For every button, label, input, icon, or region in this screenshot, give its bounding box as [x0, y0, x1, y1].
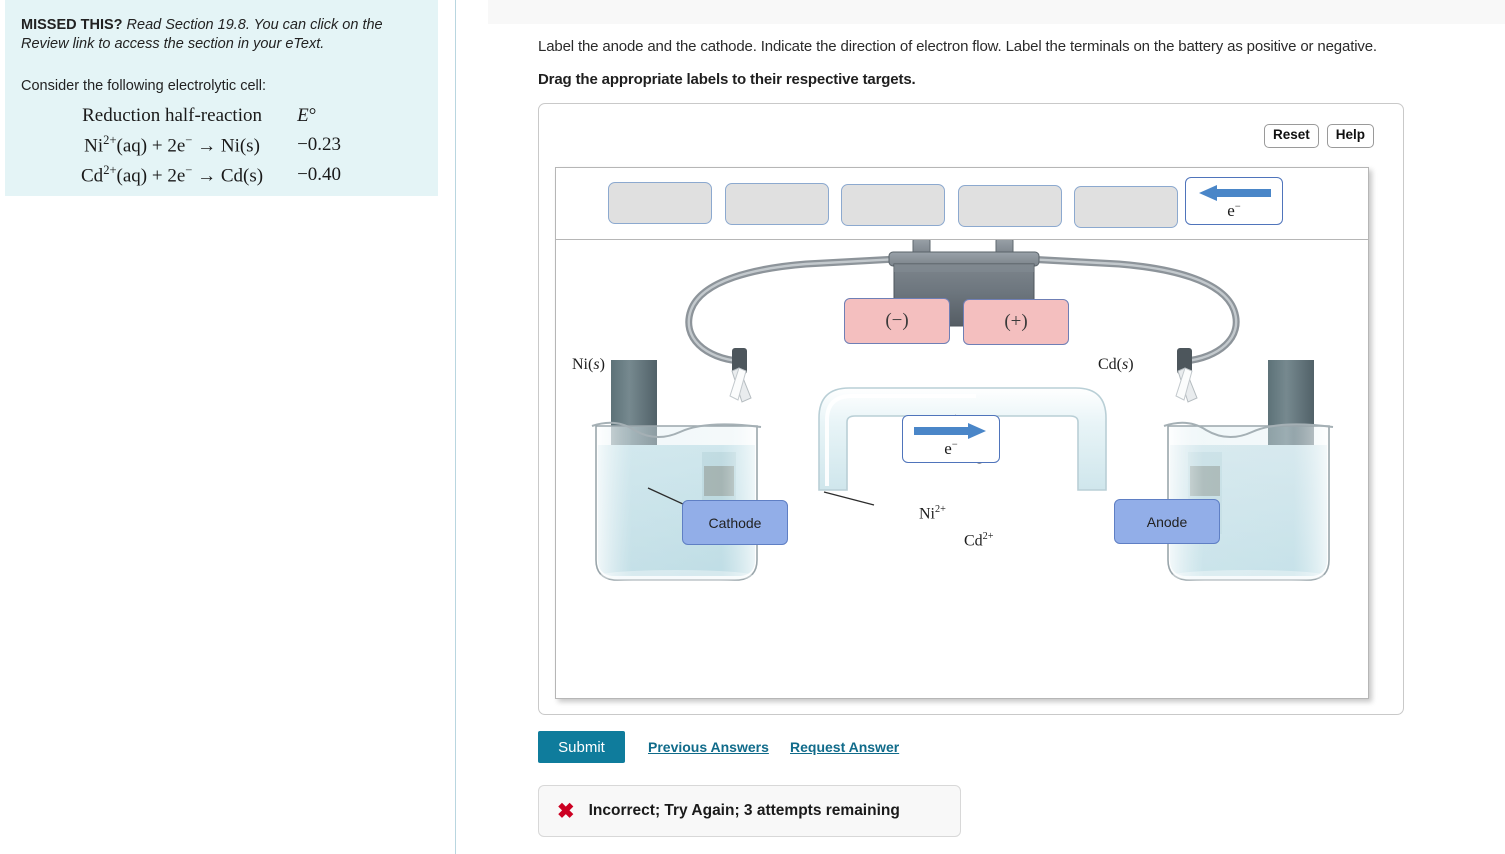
empty-slot-1[interactable] — [608, 182, 712, 224]
table-row: Ni2+(aq) + 2e− → Ni(s) −0.23 — [81, 133, 341, 163]
left-ion-label: Ni2+ — [919, 504, 946, 523]
left-electrode-label: Ni(s) — [572, 356, 605, 373]
reset-button[interactable]: Reset — [1263, 124, 1319, 148]
electrolytic-cell-illustration: Ni(s) Cd(s) Salt bridge Ni2+ Cd2+ — [556, 237, 1368, 698]
x-mark-icon: ✖ — [557, 799, 575, 823]
electron-symbol-right: e− — [944, 439, 958, 458]
consider-text: Consider the following electrolytic cell… — [21, 77, 266, 94]
empty-slot-2[interactable] — [725, 183, 829, 225]
empty-slot-3[interactable] — [841, 184, 945, 226]
header-reduction-half-reaction: Reduction half-reaction — [82, 104, 262, 126]
reaction-cell-nickel: Ni2+(aq) + 2e− → Ni(s) — [84, 132, 260, 156]
label-chip-cathode[interactable]: Cathode — [682, 500, 788, 545]
table-header-row: Reduction half-reaction E° — [81, 105, 341, 133]
reaction-cell-cadmium: Cd2+(aq) + 2e− → Cd(s) — [81, 162, 264, 187]
potential-cell-nickel: −0.23 — [297, 133, 342, 155]
activity-toolbar: Reset Help — [1263, 124, 1374, 148]
missed-this-hint: MISSED THIS? Read Section 19.8. You can … — [21, 16, 424, 55]
anode-text: Anode — [1146, 513, 1188, 530]
negative-terminal-text: (−) — [885, 310, 909, 331]
electron-symbol-left: e− — [1227, 201, 1241, 220]
cathode-text: Cathode — [708, 514, 762, 531]
drag-instruction: Drag the appropriate labels to their res… — [538, 71, 916, 88]
table-row: Cd2+(aq) + 2e− → Cd(s) −0.40 — [81, 163, 341, 193]
label-chip-electron-flow-left[interactable]: e− — [1185, 177, 1283, 225]
empty-slot-4[interactable] — [958, 185, 1062, 227]
label-chip-positive-terminal[interactable]: (+) — [963, 299, 1069, 345]
previous-answers-link[interactable]: Previous Answers — [648, 739, 769, 755]
submit-button[interactable]: Submit — [538, 731, 625, 763]
help-button[interactable]: Help — [1326, 124, 1374, 148]
feedback-message: Incorrect; Try Again; 3 attempts remaini… — [588, 802, 900, 819]
question-prompt: Label the anode and the cathode. Indicat… — [538, 38, 1377, 55]
reduction-potential-table: Reduction half-reaction E° Ni2+(aq) + 2e… — [81, 105, 341, 194]
label-bank: e− — [556, 168, 1368, 240]
label-chip-electron-flow-right[interactable]: e− — [902, 415, 1000, 463]
label-chip-negative-terminal[interactable]: (−) — [844, 298, 950, 344]
column-divider — [455, 0, 456, 854]
feedback-banner: ✖ Incorrect; Try Again; 3 attempts remai… — [538, 785, 961, 837]
right-ion-label: Cd2+ — [964, 531, 994, 550]
electron-flow-left-icon: e− — [1186, 178, 1282, 224]
header-standard-potential: E° — [297, 104, 317, 126]
label-chip-anode[interactable]: Anode — [1114, 499, 1220, 544]
drag-drop-activity: Reset Help e− Ni(s) Cd(s) Ni2+ Cd2+ (−) … — [538, 103, 1404, 715]
positive-terminal-text: (+) — [1004, 311, 1028, 332]
empty-slot-5[interactable] — [1074, 186, 1178, 228]
request-answer-link[interactable]: Request Answer — [790, 739, 899, 755]
diagram-frame: e− Ni(s) Cd(s) Ni2+ Cd2+ (−) (+) e− Cath… — [555, 167, 1369, 699]
electron-flow-right-icon: e− — [903, 416, 999, 462]
right-electrode-label: Cd(s) — [1098, 356, 1134, 373]
top-toolbar-strip — [488, 0, 1505, 24]
missed-this-label: MISSED THIS? — [21, 17, 123, 33]
potential-cell-cadmium: −0.40 — [297, 164, 342, 186]
hint-panel: MISSED THIS? Read Section 19.8. You can … — [5, 0, 438, 196]
